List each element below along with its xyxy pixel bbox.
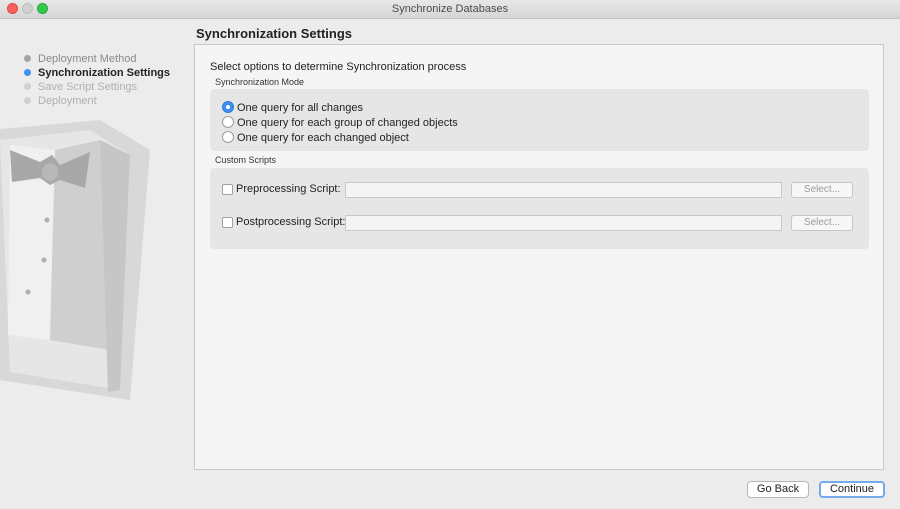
- radio-button-icon[interactable]: [222, 131, 234, 143]
- preprocessing-checkbox[interactable]: [222, 184, 233, 195]
- postprocessing-label[interactable]: Postprocessing Script:: [236, 216, 345, 228]
- radio-button-icon[interactable]: [222, 116, 234, 128]
- wizard-steps: Deployment Method Synchronization Settin…: [24, 52, 170, 108]
- step-status-dot-icon: [24, 83, 31, 90]
- intro-text: Select options to determine Synchronizat…: [210, 61, 467, 73]
- preprocessing-label[interactable]: Preprocessing Script:: [236, 183, 341, 195]
- sync-mode-label: Synchronization Mode: [215, 77, 305, 87]
- postprocessing-path-field[interactable]: [345, 215, 782, 231]
- step-deployment-method: Deployment Method: [24, 52, 170, 66]
- step-deployment: Deployment: [24, 94, 170, 108]
- app-window: Synchronize Databases Deployment Method …: [0, 0, 900, 509]
- step-label: Save Script Settings: [38, 81, 138, 93]
- settings-panel: Select options to determine Synchronizat…: [194, 44, 884, 470]
- step-status-dot-icon: [24, 55, 31, 62]
- step-label: Deployment Method: [38, 53, 137, 65]
- step-save-script-settings: Save Script Settings: [24, 80, 170, 94]
- window-title: Synchronize Databases: [391, 3, 509, 15]
- sync-mode-group: One query for all changes One query for …: [210, 89, 869, 151]
- step-status-dot-icon: [24, 97, 31, 104]
- step-label: Deployment: [38, 95, 97, 107]
- radio-button-selected-icon[interactable]: [222, 101, 234, 113]
- postprocessing-select-button[interactable]: Select...: [791, 215, 853, 231]
- radio-label[interactable]: One query for each group of changed obje…: [237, 116, 458, 130]
- step-status-dot-icon: [24, 69, 31, 76]
- page-title: Synchronization Settings: [196, 26, 353, 41]
- title-bar: Synchronize Databases: [0, 0, 900, 19]
- radio-label[interactable]: One query for all changes: [237, 101, 363, 115]
- preprocessing-path-field[interactable]: [345, 182, 782, 198]
- custom-scripts-group: Preprocessing Script: Select... Postproc…: [210, 168, 869, 249]
- custom-scripts-label: Custom Scripts: [215, 155, 277, 165]
- step-label: Synchronization Settings: [38, 67, 171, 79]
- step-synchronization-settings: Synchronization Settings: [24, 66, 170, 80]
- continue-button[interactable]: Continue: [819, 481, 885, 498]
- preprocessing-select-button[interactable]: Select...: [791, 182, 853, 198]
- go-back-button[interactable]: Go Back: [747, 481, 809, 498]
- tuxedo-illustration-icon: [0, 120, 150, 400]
- postprocessing-checkbox[interactable]: [222, 217, 233, 228]
- radio-label[interactable]: One query for each changed object: [237, 131, 409, 145]
